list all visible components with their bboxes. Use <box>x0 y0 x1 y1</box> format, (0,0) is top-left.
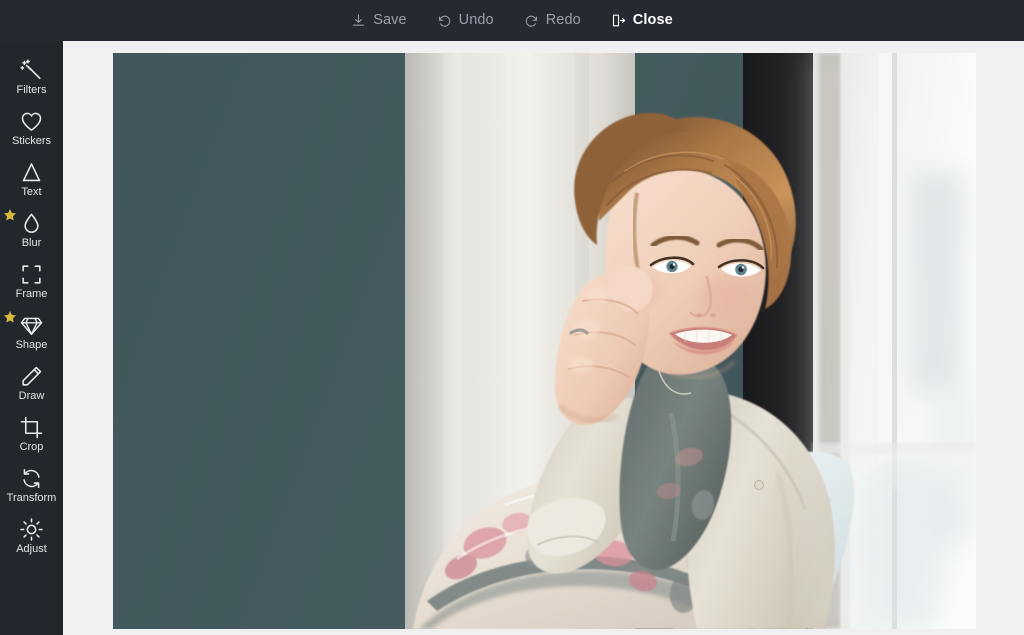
pencil-icon <box>19 363 45 389</box>
sidebar-item-label: Blur <box>21 237 42 249</box>
brightness-sun-icon <box>19 516 45 542</box>
premium-star-icon <box>3 208 17 222</box>
undo-button[interactable]: Undo <box>435 11 496 30</box>
sidebar-item-adjust[interactable]: Adjust <box>0 510 63 561</box>
save-button[interactable]: Save <box>349 11 408 30</box>
water-droplet-icon <box>19 210 45 236</box>
sidebar-item-label: Transform <box>6 492 57 504</box>
edited-photo[interactable] <box>113 53 976 629</box>
toolbar-button-group: Save Undo Redo Close <box>349 11 675 30</box>
image-editor-app: Save Undo Redo Close Filters Stickers Te… <box>0 0 1024 635</box>
sidebar-item-label: Frame <box>15 288 48 300</box>
sidebar-item-label: Adjust <box>16 543 47 555</box>
sidebar-item-transform[interactable]: Transform <box>0 459 63 510</box>
undo-arrow-icon <box>437 13 452 28</box>
sidebar-item-text[interactable]: Text <box>0 153 63 204</box>
sidebar-item-label: Shape <box>15 339 48 351</box>
top-toolbar: Save Undo Redo Close <box>0 0 1024 41</box>
photo-artwork <box>113 53 976 629</box>
sidebar-item-stickers[interactable]: Stickers <box>0 102 63 153</box>
sidebar-item-crop[interactable]: Crop <box>0 408 63 459</box>
sidebar-item-filters[interactable]: Filters <box>0 51 63 102</box>
premium-star-icon <box>3 310 17 324</box>
close-button-label: Close <box>632 12 673 29</box>
save-button-label: Save <box>373 12 407 29</box>
exit-door-icon <box>611 13 626 28</box>
rotate-arrows-icon <box>19 465 45 491</box>
sidebar-item-label: Crop <box>19 441 44 453</box>
editor-canvas[interactable] <box>63 41 1024 635</box>
crop-icon <box>19 414 45 440</box>
undo-button-label: Undo <box>458 12 494 29</box>
download-save-icon <box>351 13 366 28</box>
sidebar-item-draw[interactable]: Draw <box>0 357 63 408</box>
sidebar-item-label: Stickers <box>11 135 52 147</box>
sidebar-item-label: Draw <box>18 390 45 402</box>
redo-arrow-icon <box>524 13 539 28</box>
sidebar-item-shape[interactable]: Shape <box>0 306 63 357</box>
corner-brackets-icon <box>19 261 45 287</box>
sidebar-item-label: Filters <box>16 84 47 96</box>
letter-a-icon <box>19 159 45 185</box>
magic-wand-sparkle-icon <box>19 57 45 83</box>
sidebar-item-frame[interactable]: Frame <box>0 255 63 306</box>
heart-icon <box>19 108 45 134</box>
diamond-gem-icon <box>19 312 45 338</box>
sidebar-item-blur[interactable]: Blur <box>0 204 63 255</box>
tool-sidebar: W Filters <box>0 0 63 635</box>
redo-button-label: Redo <box>545 12 581 29</box>
close-button[interactable]: Close <box>609 11 675 30</box>
redo-button[interactable]: Redo <box>522 11 583 30</box>
sidebar-item-label: Text <box>21 186 42 198</box>
